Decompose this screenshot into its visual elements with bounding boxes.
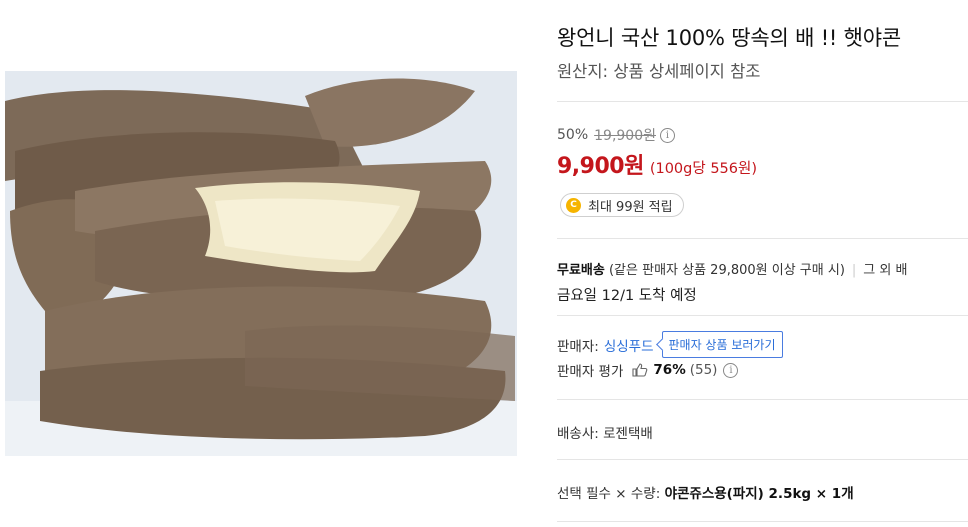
separator: |: [851, 263, 857, 278]
seller-name-link[interactable]: 싱싱푸드: [604, 335, 654, 355]
unit-price: (100g당 556원): [649, 161, 757, 177]
points-badge[interactable]: C 최대 99원 적립: [560, 193, 684, 217]
divider: [557, 459, 968, 460]
shipping-extra: 그 외 배: [863, 263, 908, 278]
product-title: 왕언니 국산 100% 땅속의 배 !! 햇야콘: [557, 26, 901, 50]
info-icon[interactable]: i: [723, 362, 739, 378]
points-label: 최대 99원 적립: [588, 199, 673, 215]
thumbs-up-icon: [632, 363, 648, 377]
seller-row: 판매자: 싱싱푸드 판매자 상품 보러가기: [557, 331, 783, 358]
option-value: 야콘쥬스용(파지) 2.5kg × 1개: [664, 486, 854, 502]
divider: [557, 101, 968, 102]
seller-products-button[interactable]: 판매자 상품 보러가기: [661, 331, 783, 358]
price-row: 9,900원 (100g당 556원): [557, 148, 757, 180]
rating-count: (55): [689, 362, 718, 378]
free-shipping-label: 무료배송: [557, 263, 605, 278]
divider: [557, 399, 968, 400]
rating-percent: 76%: [653, 362, 686, 378]
option-label: 선택 필수 × 수량:: [557, 486, 661, 502]
courier-info: 배송사: 로젠택배: [557, 426, 653, 442]
rating-label: 판매자 평가: [557, 364, 624, 380]
shipping-row: 무료배송 (같은 판매자 상품 29,800원 이상 구매 시) | 그 외 배: [557, 259, 907, 278]
discount-rate: 50%: [557, 127, 589, 143]
seller-rating-row: 판매자 평가 76% (55) i: [557, 360, 739, 380]
product-origin: 원산지: 상품 상세페이지 참조: [557, 62, 761, 81]
sale-price: 9,900원: [557, 154, 644, 179]
divider: [557, 521, 968, 522]
discount-row: 50% 19,900원 i: [557, 125, 675, 145]
seller-label: 판매자:: [557, 338, 599, 355]
yacon-photo-graphic: [5, 71, 517, 456]
product-info-panel: 왕언니 국산 100% 땅속의 배 !! 햇야콘 원산지: 상품 상세페이지 참…: [557, 0, 968, 527]
coin-icon: C: [566, 197, 581, 213]
info-icon[interactable]: i: [660, 127, 675, 143]
divider: [557, 315, 968, 316]
arrival-date: 금요일 12/1 도착 예정: [557, 288, 697, 304]
divider: [557, 238, 968, 239]
selected-option: 선택 필수 × 수량: 야콘쥬스용(파지) 2.5kg × 1개: [557, 482, 854, 502]
shipping-condition: (같은 판매자 상품 29,800원 이상 구매 시): [608, 263, 845, 278]
product-image[interactable]: [5, 71, 517, 456]
original-price: 19,900원: [594, 128, 656, 144]
